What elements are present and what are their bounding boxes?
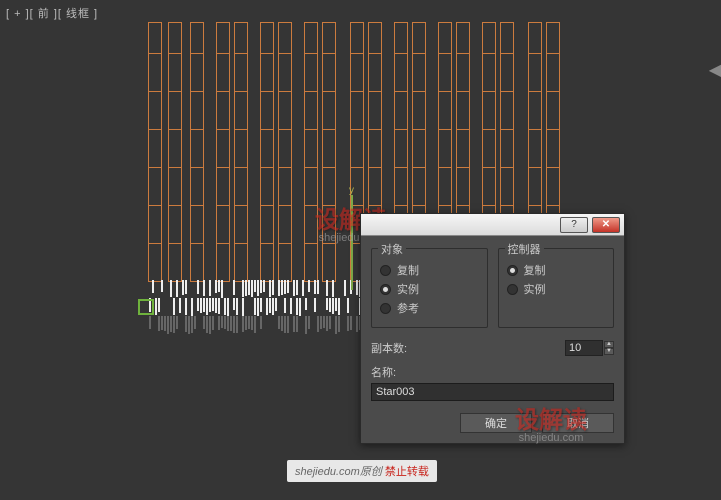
copies-spinner[interactable]: ▲▼ [565, 340, 614, 356]
radio-controller-copy[interactable]: 复制 [507, 262, 606, 278]
viewport-label[interactable]: [ + ][ 前 ][ 线框 ] [6, 5, 98, 21]
group-object-legend: 对象 [378, 241, 406, 257]
radio-object-copy[interactable]: 复制 [380, 262, 479, 278]
help-button[interactable]: ? [560, 217, 588, 233]
radio-icon [507, 265, 518, 276]
radio-object-instance[interactable]: 实例 [380, 281, 479, 297]
watermark: 设解读 shejiedu.com [515, 400, 587, 444]
spin-up-icon[interactable]: ▲ [604, 341, 614, 348]
copies-label: 副本数: [371, 340, 407, 356]
footer-tag: shejiedu.com原创禁止转载 [287, 460, 437, 482]
wire-column [278, 22, 292, 282]
spin-down-icon[interactable]: ▼ [604, 348, 614, 355]
dialog-titlebar[interactable]: ? ✕ [361, 214, 624, 236]
radio-object-reference[interactable]: 参考 [380, 300, 479, 316]
name-input[interactable] [371, 383, 614, 401]
name-label: 名称: [371, 367, 396, 379]
radio-controller-instance[interactable]: 实例 [507, 281, 606, 297]
radio-icon [380, 303, 391, 314]
wire-column [260, 22, 274, 282]
nav-arrow-icon[interactable]: ◀ [709, 60, 721, 80]
radio-icon [380, 284, 391, 295]
wire-column [168, 22, 182, 282]
group-controller-legend: 控制器 [505, 241, 544, 257]
axis-handle[interactable] [138, 299, 154, 315]
group-object: 对象 复制 实例 参考 [371, 248, 488, 328]
wire-column [234, 22, 248, 282]
wire-column [148, 22, 162, 282]
radio-icon [380, 265, 391, 276]
wire-column [216, 22, 230, 282]
wire-column [190, 22, 204, 282]
copies-input[interactable] [565, 340, 603, 356]
group-controller: 控制器 复制 实例 [498, 248, 615, 328]
close-button[interactable]: ✕ [592, 217, 620, 233]
radio-icon [507, 284, 518, 295]
